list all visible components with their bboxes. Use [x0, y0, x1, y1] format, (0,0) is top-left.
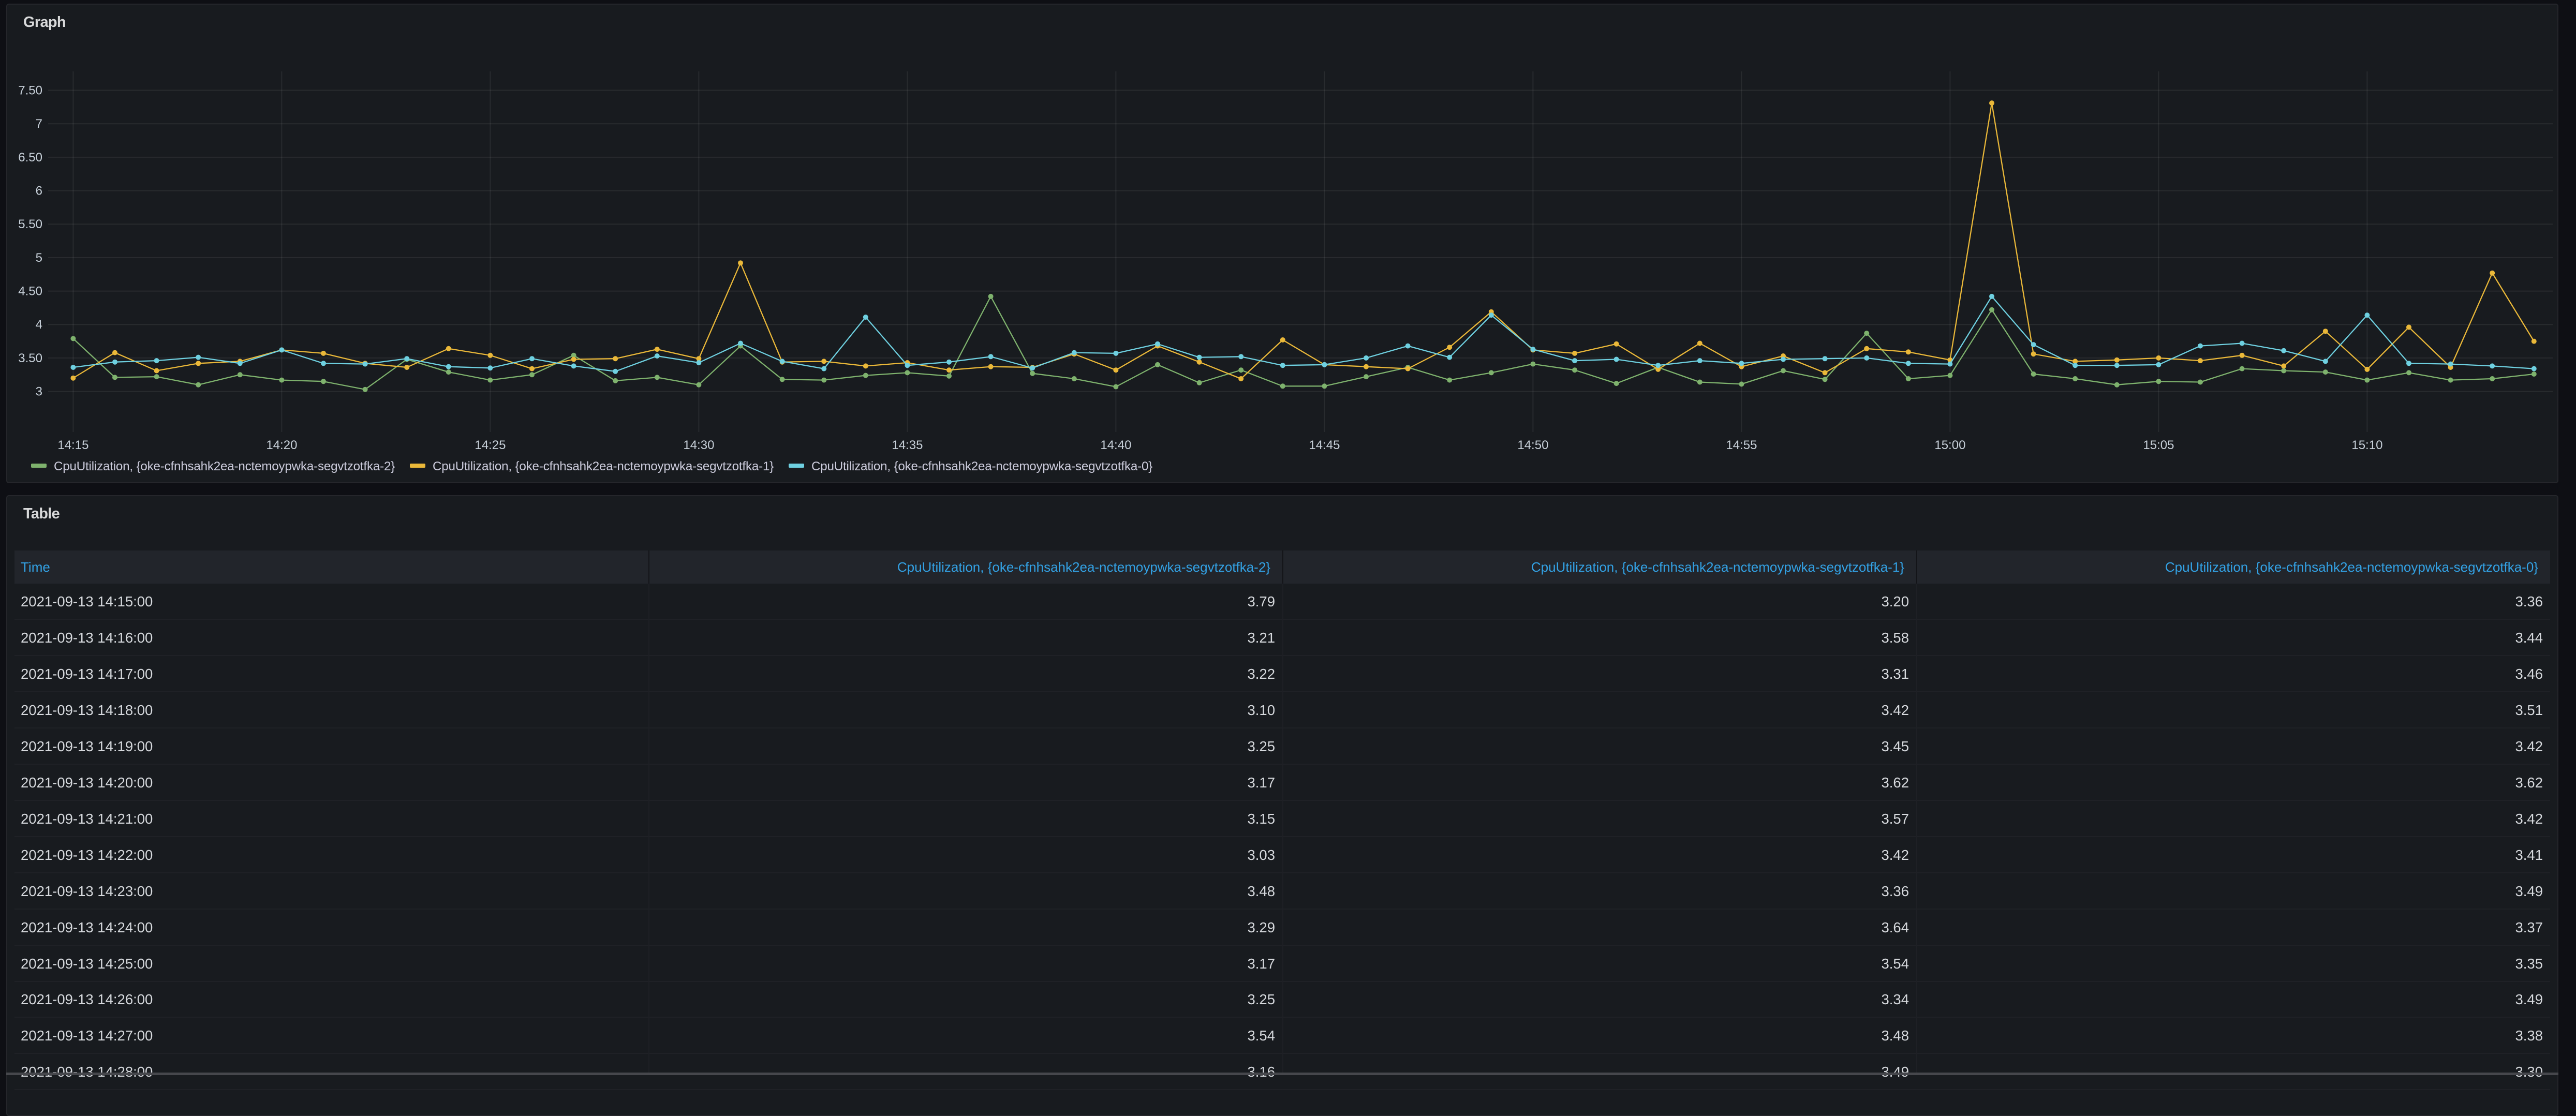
svg-text:3: 3 [36, 385, 42, 399]
svg-text:15:00: 15:00 [1934, 438, 1965, 452]
svg-text:14:45: 14:45 [1309, 438, 1340, 452]
svg-text:15:05: 15:05 [2143, 438, 2174, 452]
svg-text:3.50: 3.50 [18, 351, 42, 365]
svg-text:15:10: 15:10 [2351, 438, 2382, 452]
svg-text:14:25: 14:25 [475, 438, 506, 452]
svg-text:7.50: 7.50 [18, 84, 42, 98]
svg-text:14:20: 14:20 [266, 438, 297, 452]
svg-text:14:55: 14:55 [1726, 438, 1757, 452]
svg-text:6.50: 6.50 [18, 151, 42, 165]
svg-text:4.50: 4.50 [18, 285, 42, 299]
svg-text:14:50: 14:50 [1517, 438, 1548, 452]
svg-text:4: 4 [36, 318, 42, 332]
svg-text:5.50: 5.50 [18, 217, 42, 231]
svg-text:14:35: 14:35 [892, 438, 923, 452]
svg-text:7: 7 [36, 117, 42, 131]
svg-text:5: 5 [36, 251, 42, 265]
svg-text:14:30: 14:30 [683, 438, 714, 452]
svg-text:14:40: 14:40 [1100, 438, 1131, 452]
svg-text:6: 6 [36, 184, 42, 198]
svg-text:14:15: 14:15 [57, 438, 88, 452]
